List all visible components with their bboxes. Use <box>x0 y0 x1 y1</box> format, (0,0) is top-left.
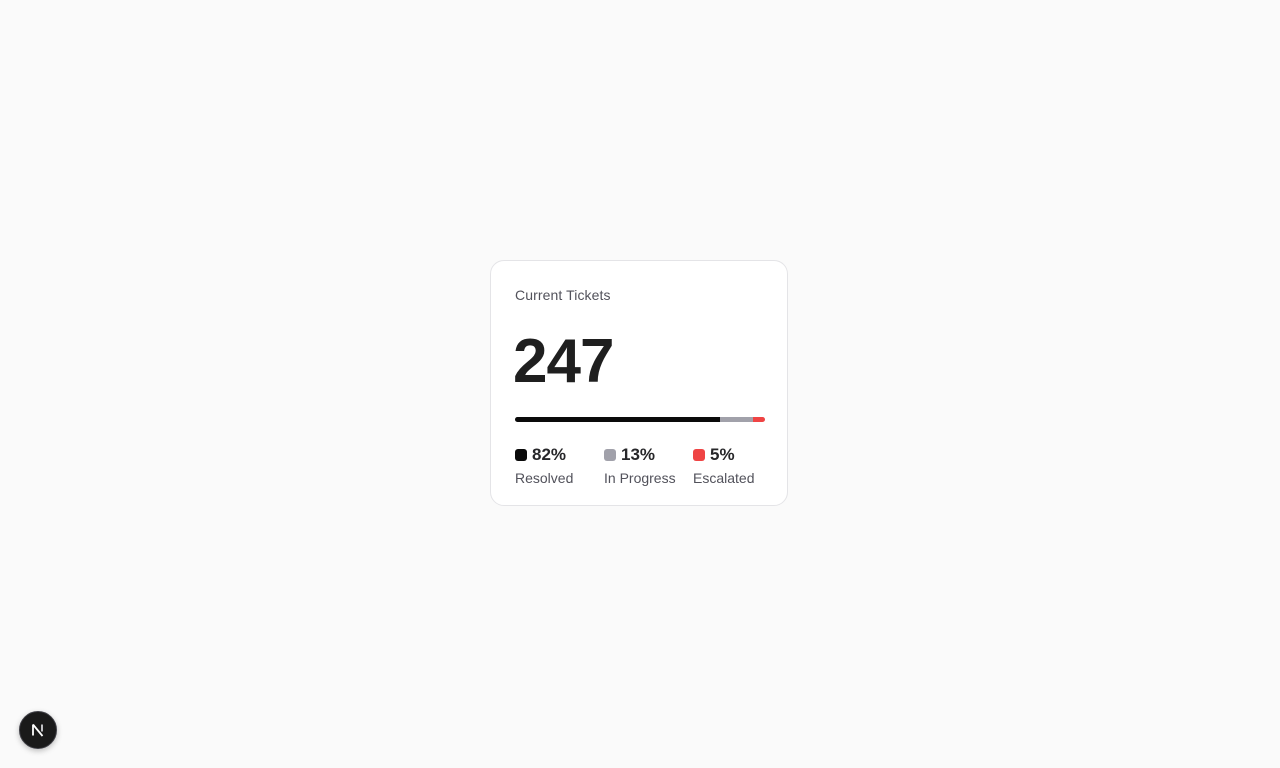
swatch-escalated <box>693 449 705 461</box>
legend-item-escalated: 5% Escalated <box>693 444 765 486</box>
tickets-card: Current Tickets 247 82% Resolved 13% In … <box>490 260 788 506</box>
page: Current Tickets 247 82% Resolved 13% In … <box>0 0 1280 768</box>
legend-item-resolved: 82% Resolved <box>515 444 604 486</box>
percent-escalated: 5% <box>710 445 735 464</box>
legend: 82% Resolved 13% In Progress 5% Escalate… <box>515 444 765 486</box>
swatch-resolved <box>515 449 527 461</box>
percent-resolved: 82% <box>532 445 567 464</box>
ticket-total: 247 <box>513 327 614 396</box>
progress-bar <box>515 417 765 422</box>
label-escalated: Escalated <box>693 470 755 486</box>
card-title: Current Tickets <box>515 287 611 303</box>
bar-segment-resolved <box>515 417 720 422</box>
nextjs-logo-icon <box>32 723 44 737</box>
bar-segment-escalated <box>752 417 765 422</box>
label-in-progress: In Progress <box>604 470 676 486</box>
legend-item-in-progress: 13% In Progress <box>604 444 693 486</box>
swatch-in-progress <box>604 449 616 461</box>
percent-in-progress: 13% <box>621 445 656 464</box>
label-resolved: Resolved <box>515 470 574 486</box>
bar-segment-in-progress <box>720 417 753 422</box>
nextjs-dev-badge[interactable] <box>19 711 57 749</box>
